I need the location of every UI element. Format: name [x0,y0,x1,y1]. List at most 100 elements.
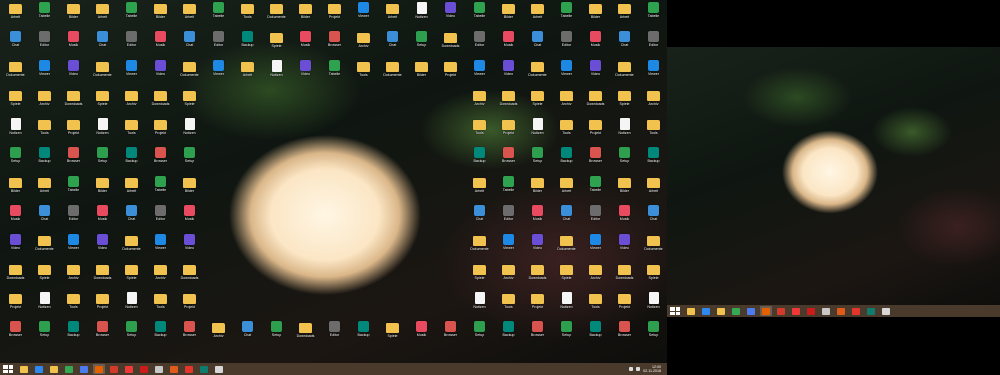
desktop-icon[interactable]: Viewer [552,60,581,89]
desktop-icon[interactable]: Backup [30,147,59,176]
desktop-icon[interactable]: Arbeit [639,176,667,205]
desktop-icon[interactable]: Setup [30,321,59,350]
desktop-icon[interactable]: Spiele [610,89,639,118]
desktop-icon[interactable]: Browser [59,147,88,176]
desktop-icon[interactable]: Chat [175,31,204,60]
desktop-icon[interactable]: Bilder [1,176,30,205]
desktop-icon[interactable]: Backup [465,147,494,176]
desktop-icon[interactable]: Video [1,234,30,263]
desktop-icon[interactable]: Editor [320,321,349,350]
desktop-icon[interactable]: Chat [88,31,117,60]
desktop-icon[interactable]: Chat [233,321,262,350]
desktop-icon[interactable]: Musik [59,31,88,60]
desktop-icon[interactable]: Notizen [639,292,667,321]
desktop-icon[interactable]: Downloads [1,263,30,292]
desktop-icon[interactable]: Browser [1,321,30,350]
desktop-icon[interactable]: Musik [175,205,204,234]
desktop-icon[interactable]: Archiv [349,31,378,60]
desktop-icon[interactable]: Tools [349,60,378,89]
desktop-icon[interactable]: Arbeit [465,176,494,205]
desktop-icon[interactable]: Arbeit [88,2,117,31]
desktop-icon[interactable]: Video [175,234,204,263]
desktop-icon[interactable]: Chat [465,205,494,234]
desktop-icon[interactable]: Arbeit [233,60,262,89]
desktop-icon[interactable]: Arbeit [610,2,639,31]
desktop-icon[interactable]: Browser [523,321,552,350]
desktop-icon[interactable]: Tools [552,118,581,147]
desktop-icon[interactable]: Musik [407,321,436,350]
desktop-icon[interactable]: Tools [233,2,262,31]
desktop-icon[interactable]: Projekt [175,292,204,321]
desktop-icon[interactable]: Backup [233,31,262,60]
desktop-icon[interactable]: Viewer [349,2,378,31]
desktop-icon[interactable]: Tabelle [552,2,581,31]
desktop-icon[interactable]: Musik [88,205,117,234]
desktop-icon[interactable]: Notizen [552,292,581,321]
desktop-icon[interactable]: Notizen [523,118,552,147]
desktop-icon[interactable]: Musik [610,205,639,234]
desktop-icon[interactable]: Musik [1,205,30,234]
desktop-icon[interactable]: Editor [59,205,88,234]
desktop-icon[interactable]: Editor [204,31,233,60]
desktop-icon[interactable]: Tabelle [581,176,610,205]
desktop-icon[interactable]: Spiele [378,321,407,350]
desktop-icon[interactable]: Projekt [320,2,349,31]
desktop-icon[interactable]: Tabelle [465,2,494,31]
desktop-icon[interactable]: Editor [581,205,610,234]
desktop-icon[interactable]: Tools [581,292,610,321]
desktop-icon[interactable]: Archiv [146,263,175,292]
desktop-icon[interactable]: Archiv [59,263,88,292]
desktop-icon[interactable]: Spiele [465,263,494,292]
desktop-icon[interactable]: Video [59,60,88,89]
desktop-icon[interactable]: Notizen [262,60,291,89]
taskbar-red-app-button[interactable] [835,306,847,316]
taskbar-email-button[interactable] [78,364,90,374]
desktop-icon[interactable]: Downloads [610,263,639,292]
desktop-icon[interactable]: Bilder [88,176,117,205]
desktop-icon[interactable]: Downloads [436,31,465,60]
desktop-icon[interactable]: Backup [581,321,610,350]
taskbar-internet-explorer-button[interactable] [33,364,45,374]
desktop-icon[interactable]: Video [291,60,320,89]
desktop-icon[interactable]: Projekt [610,292,639,321]
desktop-icon[interactable]: Downloads [494,89,523,118]
desktop-icon[interactable]: Chat [1,31,30,60]
desktop-icon[interactable]: Editor [552,31,581,60]
desktop-icon[interactable]: Notizen [30,292,59,321]
desktop-icon[interactable]: Tools [494,292,523,321]
desktop-icon[interactable]: Spiele [1,89,30,118]
desktop-icon[interactable]: Arbeit [523,2,552,31]
desktop-icon[interactable]: Bilder [494,2,523,31]
desktop-icon[interactable]: Setup [639,321,667,350]
desktop-icon[interactable]: Bilder [291,2,320,31]
desktop-icon[interactable]: Dokumente [610,60,639,89]
desktop-icon[interactable]: Browser [436,321,465,350]
desktop-icon[interactable]: Viewer [59,234,88,263]
desktop-icon[interactable]: Setup [523,147,552,176]
desktop-icon[interactable]: Viewer [146,234,175,263]
taskbar-other-button[interactable] [880,306,892,316]
desktop-icon[interactable]: Archiv [494,263,523,292]
desktop-icon[interactable]: Bilder [175,176,204,205]
desktop-icon[interactable]: Browser [581,147,610,176]
taskbar-file-explorer-button[interactable] [685,306,697,316]
taskbar-email-button[interactable] [745,306,757,316]
desktop-icon[interactable]: Archiv [117,89,146,118]
desktop-icon[interactable]: Setup [1,147,30,176]
taskbar-calendar-button[interactable] [820,306,832,316]
desktop-icon[interactable]: Downloads [175,263,204,292]
taskbar-vivaldi-button[interactable] [790,306,802,316]
desktop-icon[interactable]: Video [436,2,465,31]
desktop-icon[interactable]: Musik [581,31,610,60]
taskbar-file-explorer-button[interactable] [18,364,30,374]
desktop-icon[interactable]: Notizen [465,292,494,321]
desktop-icon[interactable]: Setup [552,321,581,350]
taskbar-red-app-button[interactable] [168,364,180,374]
desktop-icon[interactable]: Bilder [610,176,639,205]
desktop-icon[interactable]: Editor [117,31,146,60]
desktop-icon[interactable]: Archiv [204,321,233,350]
desktop-icon[interactable]: Editor [465,31,494,60]
desktop-icon[interactable]: Backup [639,147,667,176]
desktop-icon[interactable]: Notizen [1,118,30,147]
desktop-icon[interactable]: Notizen [88,118,117,147]
